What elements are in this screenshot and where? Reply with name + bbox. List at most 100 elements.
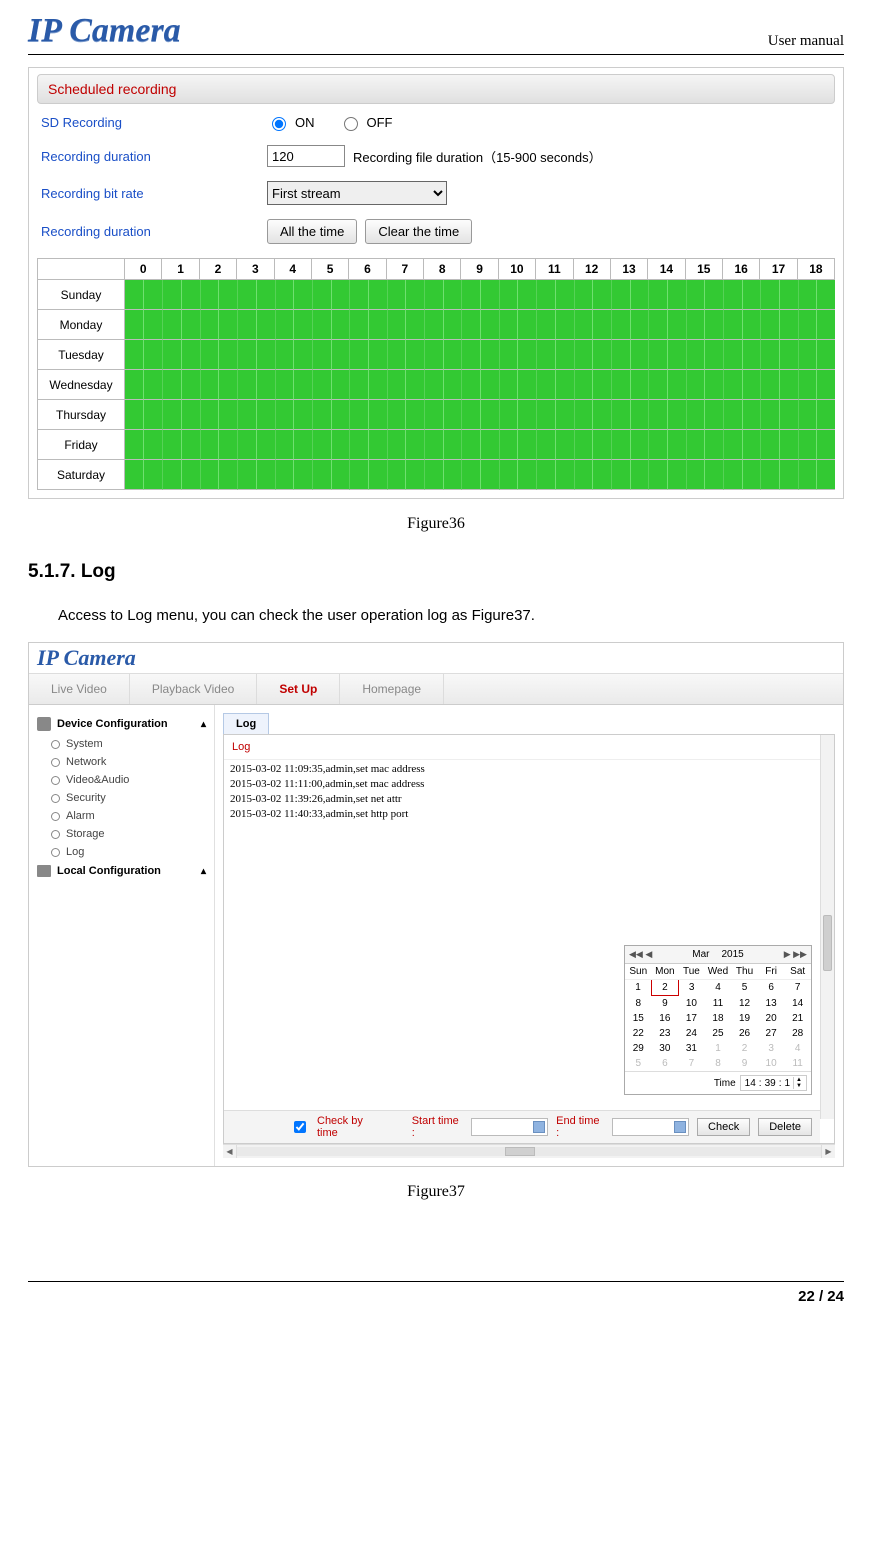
schedule-cell[interactable] xyxy=(237,310,274,340)
schedule-cell[interactable] xyxy=(499,400,536,430)
calendar-day[interactable]: 2 xyxy=(731,1041,758,1056)
schedule-cell[interactable] xyxy=(499,460,536,490)
calendar-day[interactable]: 28 xyxy=(784,1026,811,1041)
calendar-day[interactable]: 3 xyxy=(758,1041,785,1056)
calendar-day[interactable]: 30 xyxy=(652,1041,679,1056)
schedule-cell[interactable] xyxy=(125,370,162,400)
schedule-cell[interactable] xyxy=(461,370,498,400)
calendar-day[interactable]: 14 xyxy=(784,996,811,1012)
schedule-cell[interactable] xyxy=(723,370,760,400)
schedule-cell[interactable] xyxy=(648,340,685,370)
schedule-cell[interactable] xyxy=(798,370,835,400)
sidebar-item[interactable]: Security xyxy=(29,789,214,807)
schedule-cell[interactable] xyxy=(312,400,349,430)
calendar-day[interactable]: 7 xyxy=(678,1056,705,1071)
schedule-cell[interactable] xyxy=(312,460,349,490)
schedule-cell[interactable] xyxy=(424,310,461,340)
end-time-input[interactable] xyxy=(612,1118,689,1136)
calendar-day[interactable]: 4 xyxy=(705,980,732,996)
calendar-day[interactable]: 12 xyxy=(731,996,758,1012)
schedule-cell[interactable] xyxy=(798,340,835,370)
check-button[interactable]: Check xyxy=(697,1118,750,1136)
schedule-cell[interactable] xyxy=(200,280,237,310)
nav-tab[interactable]: Playback Video xyxy=(130,674,258,704)
schedule-cell[interactable] xyxy=(723,460,760,490)
schedule-cell[interactable] xyxy=(424,340,461,370)
schedule-cell[interactable] xyxy=(237,400,274,430)
schedule-cell[interactable] xyxy=(200,310,237,340)
schedule-cell[interactable] xyxy=(686,430,723,460)
schedule-cell[interactable] xyxy=(200,340,237,370)
log-tab[interactable]: Log xyxy=(223,713,269,734)
schedule-cell[interactable] xyxy=(686,370,723,400)
schedule-cell[interactable] xyxy=(499,280,536,310)
schedule-cell[interactable] xyxy=(686,280,723,310)
schedule-cell[interactable] xyxy=(648,280,685,310)
calendar-day[interactable]: 26 xyxy=(731,1026,758,1041)
schedule-cell[interactable] xyxy=(723,310,760,340)
schedule-cell[interactable] xyxy=(611,400,648,430)
schedule-cell[interactable] xyxy=(574,310,611,340)
schedule-cell[interactable] xyxy=(536,310,573,340)
sd-recording-on-radio[interactable] xyxy=(272,117,286,131)
schedule-cell[interactable] xyxy=(760,280,797,310)
schedule-cell[interactable] xyxy=(349,310,386,340)
calendar-day[interactable]: 13 xyxy=(758,996,785,1012)
schedule-cell[interactable] xyxy=(686,310,723,340)
schedule-cell[interactable] xyxy=(723,400,760,430)
schedule-cell[interactable] xyxy=(349,430,386,460)
schedule-cell[interactable] xyxy=(686,460,723,490)
schedule-cell[interactable] xyxy=(723,340,760,370)
schedule-cell[interactable] xyxy=(125,280,162,310)
schedule-cell[interactable] xyxy=(162,280,199,310)
schedule-cell[interactable] xyxy=(499,340,536,370)
schedule-cell[interactable] xyxy=(760,370,797,400)
sidebar-item[interactable]: Alarm xyxy=(29,807,214,825)
schedule-cell[interactable] xyxy=(387,400,424,430)
schedule-cell[interactable] xyxy=(275,340,312,370)
schedule-cell[interactable] xyxy=(798,400,835,430)
schedule-cell[interactable] xyxy=(275,430,312,460)
calendar-day[interactable]: 22 xyxy=(625,1026,652,1041)
schedule-cell[interactable] xyxy=(461,430,498,460)
schedule-cell[interactable] xyxy=(125,400,162,430)
schedule-cell[interactable] xyxy=(536,460,573,490)
sidebar-group-local-config[interactable]: Local Configuration ▴ xyxy=(29,861,214,881)
schedule-cell[interactable] xyxy=(349,280,386,310)
calendar-next-icons[interactable]: ▶ ▶▶ xyxy=(784,949,807,960)
schedule-cell[interactable] xyxy=(349,460,386,490)
schedule-cell[interactable] xyxy=(686,400,723,430)
schedule-cell[interactable] xyxy=(723,430,760,460)
schedule-cell[interactable] xyxy=(162,400,199,430)
calendar-day[interactable]: 6 xyxy=(758,980,785,996)
calendar-day[interactable]: 17 xyxy=(678,1011,705,1026)
schedule-cell[interactable] xyxy=(162,370,199,400)
schedule-cell[interactable] xyxy=(349,340,386,370)
schedule-cell[interactable] xyxy=(125,340,162,370)
calendar-day[interactable]: 23 xyxy=(652,1026,679,1041)
schedule-cell[interactable] xyxy=(237,430,274,460)
calendar-popup[interactable]: ◀◀ ◀ Mar 2015 ▶ ▶▶ SunMonTueWedThuFriSat… xyxy=(624,945,812,1095)
schedule-cell[interactable] xyxy=(387,460,424,490)
schedule-cell[interactable] xyxy=(798,430,835,460)
schedule-cell[interactable] xyxy=(162,460,199,490)
schedule-cell[interactable] xyxy=(424,430,461,460)
check-by-time-checkbox[interactable] xyxy=(294,1121,306,1133)
schedule-cell[interactable] xyxy=(387,340,424,370)
calendar-day[interactable]: 20 xyxy=(758,1011,785,1026)
calendar-day[interactable]: 1 xyxy=(705,1041,732,1056)
schedule-cell[interactable] xyxy=(200,460,237,490)
schedule-cell[interactable] xyxy=(461,460,498,490)
schedule-cell[interactable] xyxy=(536,280,573,310)
schedule-cell[interactable] xyxy=(536,430,573,460)
schedule-cell[interactable] xyxy=(611,430,648,460)
nav-tab[interactable]: Live Video xyxy=(29,674,130,704)
calendar-day[interactable]: 7 xyxy=(784,980,811,996)
hscroll-left-arrow-icon[interactable]: ◀ xyxy=(223,1145,237,1158)
calendar-day[interactable]: 27 xyxy=(758,1026,785,1041)
nav-tab[interactable]: Homepage xyxy=(340,674,444,704)
schedule-cell[interactable] xyxy=(125,310,162,340)
vertical-scrollbar[interactable] xyxy=(820,735,834,1119)
schedule-cell[interactable] xyxy=(760,310,797,340)
schedule-cell[interactable] xyxy=(499,430,536,460)
